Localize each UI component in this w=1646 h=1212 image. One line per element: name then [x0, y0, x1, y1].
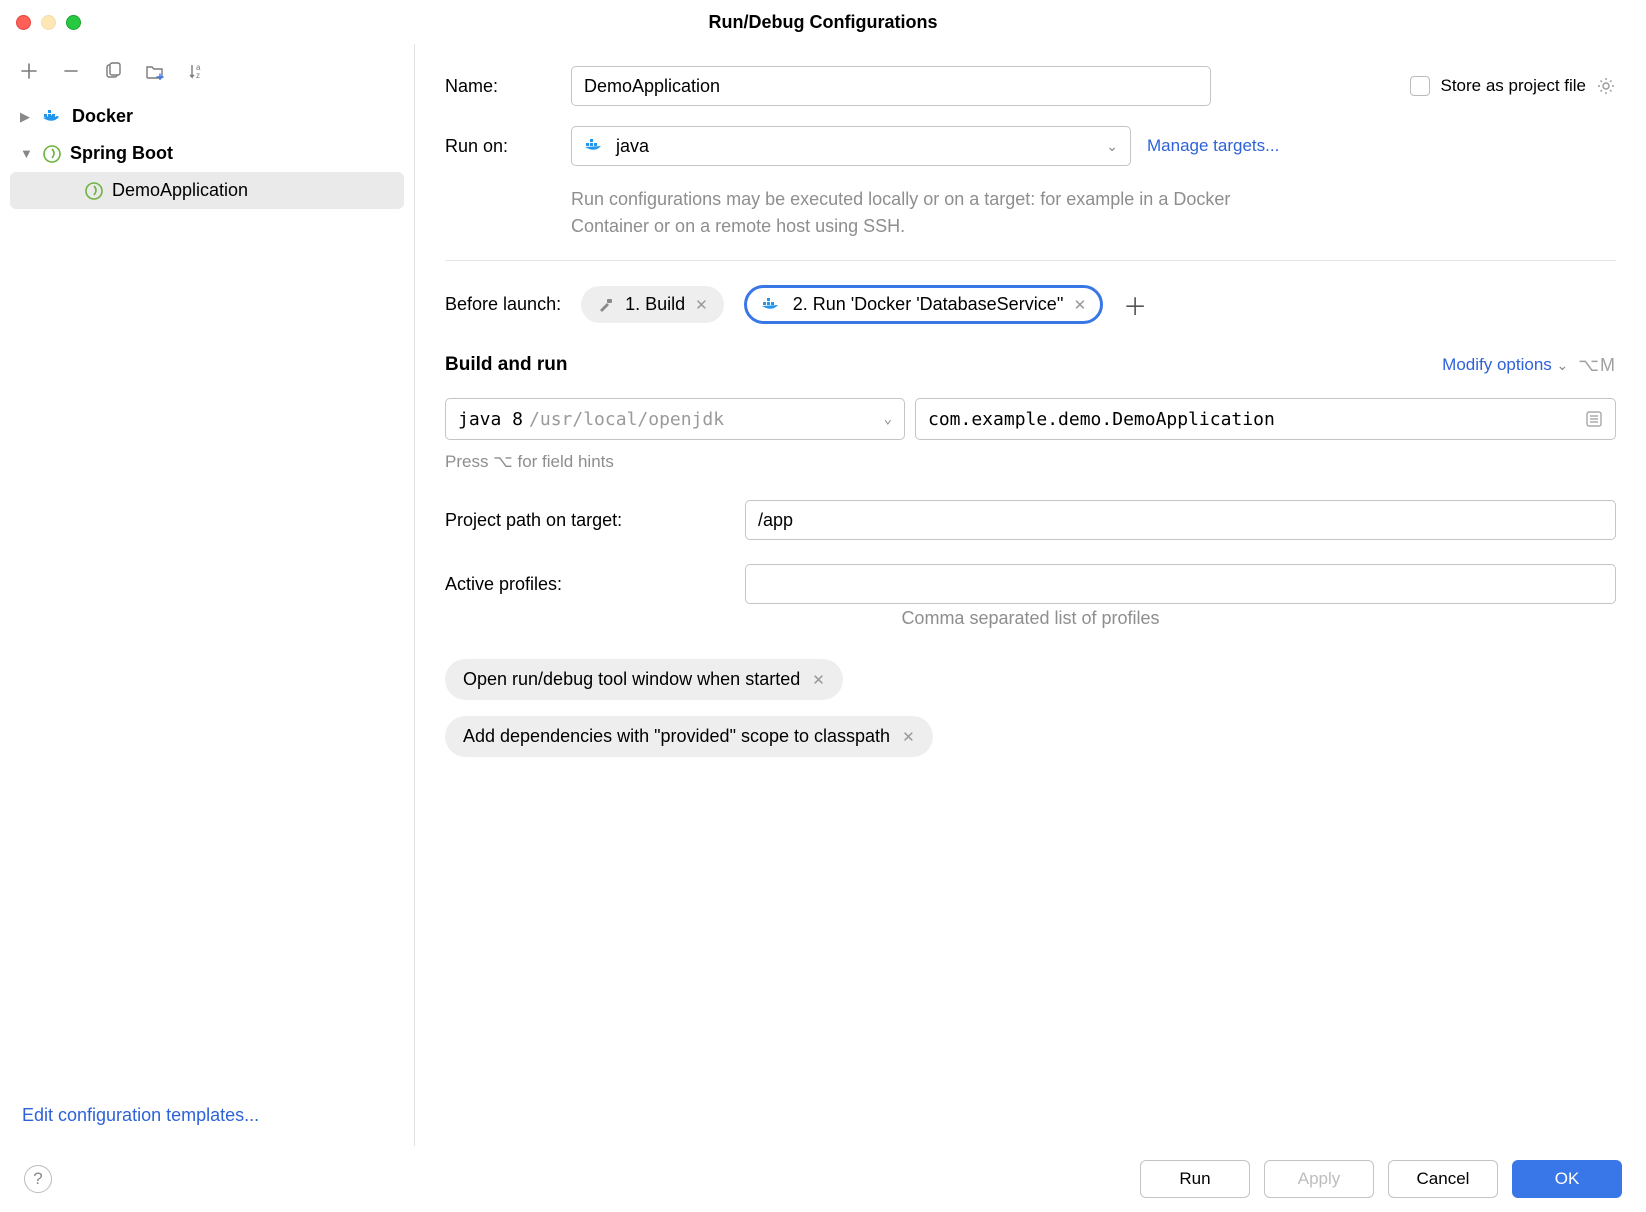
- close-icon[interactable]: ✕: [902, 728, 915, 746]
- tree-node-docker[interactable]: ▶ Docker: [10, 98, 404, 135]
- tree-label: Docker: [72, 106, 133, 127]
- config-name-input[interactable]: [571, 66, 1211, 106]
- docker-icon: [761, 297, 783, 313]
- sidebar-toolbar: az: [0, 52, 414, 96]
- chevron-down-icon: ⌄: [884, 411, 892, 427]
- main-class-text: com.example.demo.DemoApplication: [928, 409, 1585, 430]
- close-icon[interactable]: ✕: [695, 296, 708, 314]
- gear-icon[interactable]: [1596, 76, 1616, 96]
- runon-dropdown[interactable]: java ⌄: [571, 126, 1131, 166]
- ok-button[interactable]: OK: [1512, 1160, 1622, 1198]
- modify-shortcut: ⌥M: [1578, 355, 1616, 376]
- jdk-dropdown[interactable]: java 8 /usr/local/openjdk ⌄: [445, 398, 905, 440]
- profiles-label: Active profiles:: [445, 574, 725, 595]
- edit-templates-link[interactable]: Edit configuration templates...: [22, 1105, 259, 1125]
- option-chip-provided-scope[interactable]: Add dependencies with "provided" scope t…: [445, 716, 933, 757]
- expand-icon[interactable]: ▼: [20, 146, 34, 161]
- tree-node-demoapplication[interactable]: DemoApplication: [10, 172, 404, 209]
- help-button[interactable]: ?: [24, 1165, 52, 1193]
- runon-value: java: [616, 136, 1096, 157]
- runon-hint: Run configurations may be executed local…: [571, 186, 1291, 240]
- docker-icon: [42, 108, 64, 126]
- pill-text: 1. Build: [625, 294, 685, 315]
- sort-config-icon[interactable]: az: [186, 60, 208, 82]
- apply-button[interactable]: Apply: [1264, 1160, 1374, 1198]
- window-title: Run/Debug Configurations: [0, 12, 1646, 33]
- before-launch-task-build[interactable]: 1. Build ✕: [581, 286, 724, 323]
- chip-text: Open run/debug tool window when started: [463, 669, 800, 690]
- field-hint: Press ⌥ for field hints: [445, 452, 1616, 472]
- remove-config-icon[interactable]: [60, 60, 82, 82]
- tree-label: DemoApplication: [112, 180, 248, 201]
- dialog-footer: ? Run Apply Cancel OK: [0, 1146, 1646, 1212]
- jdk-path: /usr/local/openjdk: [529, 409, 884, 430]
- add-before-launch-icon[interactable]: ＋: [1123, 287, 1147, 322]
- divider: [445, 260, 1616, 261]
- project-path-input[interactable]: [745, 500, 1616, 540]
- window-close-button[interactable]: [16, 15, 31, 30]
- jdk-name: java 8: [458, 409, 523, 430]
- chip-text: Add dependencies with "provided" scope t…: [463, 726, 890, 747]
- springboot-icon: [42, 144, 62, 164]
- name-label: Name:: [445, 76, 555, 97]
- close-icon[interactable]: ✕: [1074, 296, 1087, 314]
- chevron-down-icon: ⌄: [1557, 357, 1569, 373]
- chevron-down-icon: ⌄: [1106, 138, 1118, 155]
- close-icon[interactable]: ✕: [812, 671, 825, 689]
- project-path-label: Project path on target:: [445, 510, 725, 531]
- tree-node-springboot[interactable]: ▼ Spring Boot: [10, 135, 404, 172]
- modify-options-link[interactable]: Modify options ⌄: [1442, 355, 1568, 375]
- folder-config-icon[interactable]: [144, 60, 166, 82]
- runon-label: Run on:: [445, 136, 555, 157]
- hammer-icon: [597, 296, 615, 314]
- main-class-input[interactable]: com.example.demo.DemoApplication: [915, 398, 1616, 440]
- window-zoom-button[interactable]: [66, 15, 81, 30]
- option-chip-open-toolwindow[interactable]: Open run/debug tool window when started …: [445, 659, 843, 700]
- svg-text:z: z: [196, 71, 200, 80]
- window-minimize-button[interactable]: [41, 15, 56, 30]
- springboot-icon: [84, 181, 104, 201]
- main-panel: Name: Store as project file Run on: java…: [415, 44, 1646, 1146]
- manage-targets-link[interactable]: Manage targets...: [1147, 136, 1279, 156]
- before-launch-task-docker[interactable]: 2. Run 'Docker 'DatabaseService'' ✕: [744, 285, 1103, 324]
- run-button[interactable]: Run: [1140, 1160, 1250, 1198]
- profiles-hint: Comma separated list of profiles: [445, 608, 1616, 629]
- pill-text: 2. Run 'Docker 'DatabaseService'': [793, 294, 1064, 315]
- cancel-button[interactable]: Cancel: [1388, 1160, 1498, 1198]
- before-launch-label: Before launch:: [445, 294, 561, 315]
- sidebar: az ▶ Docker ▼ Spring Boot: [0, 44, 415, 1146]
- profiles-input[interactable]: [745, 564, 1616, 604]
- copy-config-icon[interactable]: [102, 60, 124, 82]
- store-project-label: Store as project file: [1440, 76, 1586, 96]
- section-title: Build and run: [445, 354, 567, 376]
- tree-label: Spring Boot: [70, 143, 173, 164]
- store-project-checkbox[interactable]: [1410, 76, 1430, 96]
- list-icon[interactable]: [1585, 410, 1603, 428]
- collapse-icon[interactable]: ▶: [20, 109, 34, 125]
- add-config-icon[interactable]: [18, 60, 40, 82]
- docker-icon: [584, 138, 606, 154]
